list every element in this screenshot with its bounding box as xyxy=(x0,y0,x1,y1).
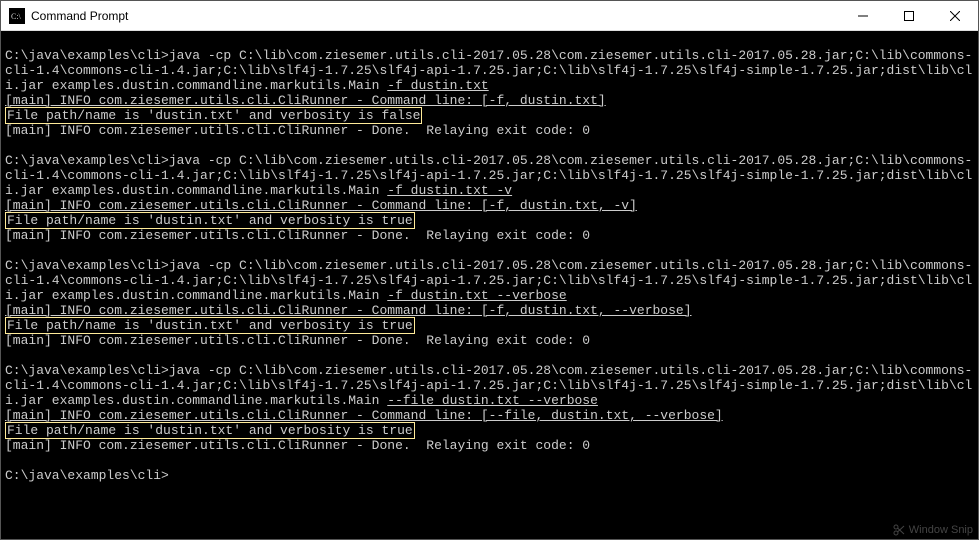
terminal-line: [main] INFO com.ziesemer.utils.cli.CliRu… xyxy=(5,228,974,243)
terminal-line: [main] INFO com.ziesemer.utils.cli.CliRu… xyxy=(5,438,974,453)
terminal-prompt: C:\java\examples\cli> xyxy=(5,468,974,483)
terminal-line: File path/name is 'dustin.txt' and verbo… xyxy=(5,423,974,438)
maximize-button[interactable] xyxy=(886,1,932,30)
cli-args: -f dustin.txt --verbose xyxy=(387,288,566,303)
terminal-line: [main] INFO com.ziesemer.utils.cli.CliRu… xyxy=(5,93,974,108)
snip-watermark: Window Snip xyxy=(893,524,973,536)
terminal-line: C:\java\examples\cli>java -cp C:\lib\com… xyxy=(5,153,974,198)
terminal-line: [main] INFO com.ziesemer.utils.cli.CliRu… xyxy=(5,408,974,423)
terminal-line: [main] INFO com.ziesemer.utils.cli.CliRu… xyxy=(5,303,974,318)
terminal-line: [main] INFO com.ziesemer.utils.cli.CliRu… xyxy=(5,333,974,348)
terminal-line: C:\java\examples\cli>java -cp C:\lib\com… xyxy=(5,258,974,303)
titlebar[interactable]: C:\ Command Prompt xyxy=(1,1,978,31)
command-prompt-window: C:\ Command Prompt C:\java\examples\cli>… xyxy=(0,0,979,540)
cli-args: -f dustin.txt -v xyxy=(387,183,512,198)
output-highlight: File path/name is 'dustin.txt' and verbo… xyxy=(5,107,422,124)
scissors-icon xyxy=(893,524,905,536)
close-button[interactable] xyxy=(932,1,978,30)
terminal-line: [main] INFO com.ziesemer.utils.cli.CliRu… xyxy=(5,123,974,138)
output-highlight: File path/name is 'dustin.txt' and verbo… xyxy=(5,317,415,334)
terminal-line: [main] INFO com.ziesemer.utils.cli.CliRu… xyxy=(5,198,974,213)
cli-args: -f dustin.txt xyxy=(387,78,488,93)
terminal-line xyxy=(5,33,974,48)
terminal-line: File path/name is 'dustin.txt' and verbo… xyxy=(5,108,974,123)
terminal-line xyxy=(5,138,974,153)
terminal-line xyxy=(5,243,974,258)
cli-args: --file dustin.txt --verbose xyxy=(387,393,598,408)
terminal-line: File path/name is 'dustin.txt' and verbo… xyxy=(5,213,974,228)
cmd-icon: C:\ xyxy=(9,8,25,24)
window-controls xyxy=(840,1,978,30)
terminal-line: File path/name is 'dustin.txt' and verbo… xyxy=(5,318,974,333)
terminal-line xyxy=(5,348,974,363)
terminal-line: C:\java\examples\cli>java -cp C:\lib\com… xyxy=(5,363,974,408)
minimize-button[interactable] xyxy=(840,1,886,30)
terminal-output[interactable]: C:\java\examples\cli>java -cp C:\lib\com… xyxy=(1,31,978,539)
terminal-line xyxy=(5,453,974,468)
terminal-line: C:\java\examples\cli>java -cp C:\lib\com… xyxy=(5,48,974,93)
output-highlight: File path/name is 'dustin.txt' and verbo… xyxy=(5,212,415,229)
output-highlight: File path/name is 'dustin.txt' and verbo… xyxy=(5,422,415,439)
svg-text:C:\: C:\ xyxy=(11,12,22,21)
watermark-text: Window Snip xyxy=(909,524,973,536)
window-title: Command Prompt xyxy=(31,9,840,23)
